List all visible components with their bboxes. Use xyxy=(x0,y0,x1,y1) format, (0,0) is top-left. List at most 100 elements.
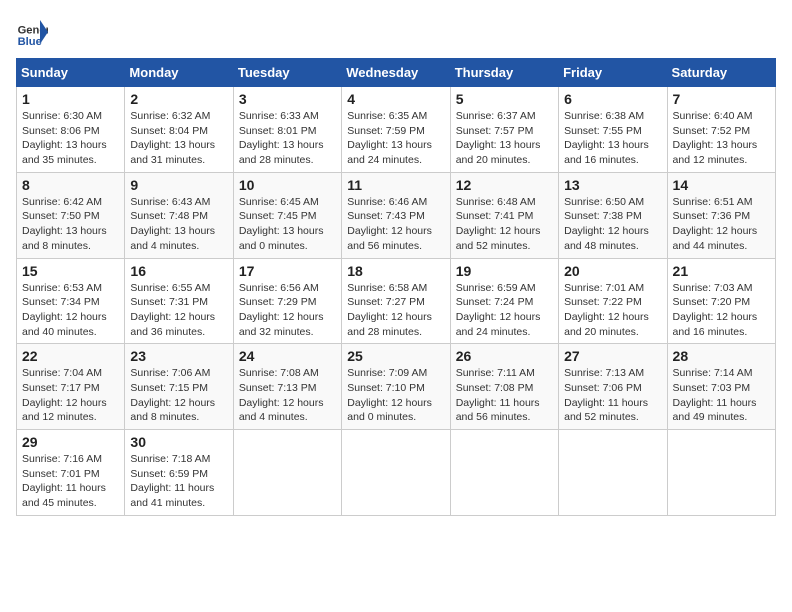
day-cell-20: 20 Sunrise: 7:01 AMSunset: 7:22 PMDayligh… xyxy=(559,258,667,344)
calendar-week-2: 8Sunrise: 6:42 AMSunset: 7:50 PMDaylight… xyxy=(17,172,776,258)
day-info: Sunrise: 6:32 AMSunset: 8:04 PMDaylight:… xyxy=(130,109,227,168)
day-cell-27: 27 Sunrise: 7:13 AMSunset: 7:06 PMDayligh… xyxy=(559,344,667,430)
day-info: Sunrise: 7:16 AMSunset: 7:01 PMDaylight:… xyxy=(22,452,119,511)
day-info: Sunrise: 7:14 AMSunset: 7:03 PMDaylight:… xyxy=(673,366,770,425)
day-number: 12 xyxy=(456,177,553,193)
day-cell-5: 5 Sunrise: 6:37 AMSunset: 7:57 PMDaylight… xyxy=(450,87,558,173)
calendar-week-4: 22 Sunrise: 7:04 AMSunset: 7:17 PMDayligh… xyxy=(17,344,776,430)
day-info: Sunrise: 7:03 AMSunset: 7:20 PMDaylight:… xyxy=(673,281,770,340)
day-cell-7: 7 Sunrise: 6:40 AMSunset: 7:52 PMDaylight… xyxy=(667,87,775,173)
day-info: Sunrise: 6:51 AMSunset: 7:36 PMDaylight:… xyxy=(673,195,770,254)
day-info: Sunrise: 6:50 AMSunset: 7:38 PMDaylight:… xyxy=(564,195,661,254)
empty-cell xyxy=(342,430,450,516)
day-info: Sunrise: 7:11 AMSunset: 7:08 PMDaylight:… xyxy=(456,366,553,425)
day-info: Sunrise: 6:53 AMSunset: 7:34 PMDaylight:… xyxy=(22,281,119,340)
day-number: 18 xyxy=(347,263,444,279)
day-info: Sunrise: 6:45 AMSunset: 7:45 PMDaylight:… xyxy=(239,195,336,254)
day-cell-3: 3 Sunrise: 6:33 AMSunset: 8:01 PMDaylight… xyxy=(233,87,341,173)
day-cell-29: 29 Sunrise: 7:16 AMSunset: 7:01 PMDayligh… xyxy=(17,430,125,516)
day-info: Sunrise: 6:33 AMSunset: 8:01 PMDaylight:… xyxy=(239,109,336,168)
column-header-friday: Friday xyxy=(559,59,667,87)
day-info: Sunrise: 7:08 AMSunset: 7:13 PMDaylight:… xyxy=(239,366,336,425)
day-number: 19 xyxy=(456,263,553,279)
day-cell-18: 18 Sunrise: 6:58 AMSunset: 7:27 PMDayligh… xyxy=(342,258,450,344)
day-number: 14 xyxy=(673,177,770,193)
day-cell-24: 24 Sunrise: 7:08 AMSunset: 7:13 PMDayligh… xyxy=(233,344,341,430)
day-info: Sunrise: 6:55 AMSunset: 7:31 PMDaylight:… xyxy=(130,281,227,340)
day-number: 4 xyxy=(347,91,444,107)
day-cell-28: 28 Sunrise: 7:14 AMSunset: 7:03 PMDayligh… xyxy=(667,344,775,430)
calendar-header-row: SundayMondayTuesdayWednesdayThursdayFrid… xyxy=(17,59,776,87)
day-cell-17: 17Sunrise: 6:56 AMSunset: 7:29 PMDayligh… xyxy=(233,258,341,344)
day-number: 20 xyxy=(564,263,661,279)
day-cell-1: 1 Sunrise: 6:30 AMSunset: 8:06 PMDaylight… xyxy=(17,87,125,173)
day-cell-9: 9 Sunrise: 6:43 AMSunset: 7:48 PMDaylight… xyxy=(125,172,233,258)
day-cell-16: 16Sunrise: 6:55 AMSunset: 7:31 PMDayligh… xyxy=(125,258,233,344)
day-number: 24 xyxy=(239,348,336,364)
empty-cell xyxy=(233,430,341,516)
day-number: 26 xyxy=(456,348,553,364)
day-info: Sunrise: 7:06 AMSunset: 7:15 PMDaylight:… xyxy=(130,366,227,425)
day-cell-6: 6 Sunrise: 6:38 AMSunset: 7:55 PMDaylight… xyxy=(559,87,667,173)
day-info: Sunrise: 6:40 AMSunset: 7:52 PMDaylight:… xyxy=(673,109,770,168)
day-info: Sunrise: 6:48 AMSunset: 7:41 PMDaylight:… xyxy=(456,195,553,254)
day-cell-12: 12 Sunrise: 6:48 AMSunset: 7:41 PMDayligh… xyxy=(450,172,558,258)
page-header: General Blue xyxy=(16,16,776,48)
day-cell-8: 8Sunrise: 6:42 AMSunset: 7:50 PMDaylight… xyxy=(17,172,125,258)
day-info: Sunrise: 6:30 AMSunset: 8:06 PMDaylight:… xyxy=(22,109,119,168)
day-info: Sunrise: 6:43 AMSunset: 7:48 PMDaylight:… xyxy=(130,195,227,254)
day-number: 9 xyxy=(130,177,227,193)
day-cell-30: 30 Sunrise: 7:18 AMSunset: 6:59 PMDayligh… xyxy=(125,430,233,516)
day-info: Sunrise: 6:58 AMSunset: 7:27 PMDaylight:… xyxy=(347,281,444,340)
day-number: 27 xyxy=(564,348,661,364)
day-number: 30 xyxy=(130,434,227,450)
day-info: Sunrise: 6:35 AMSunset: 7:59 PMDaylight:… xyxy=(347,109,444,168)
calendar-body: 1 Sunrise: 6:30 AMSunset: 8:06 PMDaylight… xyxy=(17,87,776,516)
logo: General Blue xyxy=(16,16,52,48)
day-info: Sunrise: 7:09 AMSunset: 7:10 PMDaylight:… xyxy=(347,366,444,425)
day-cell-19: 19Sunrise: 6:59 AMSunset: 7:24 PMDayligh… xyxy=(450,258,558,344)
day-cell-11: 11Sunrise: 6:46 AMSunset: 7:43 PMDayligh… xyxy=(342,172,450,258)
day-number: 6 xyxy=(564,91,661,107)
day-info: Sunrise: 7:13 AMSunset: 7:06 PMDaylight:… xyxy=(564,366,661,425)
day-number: 21 xyxy=(673,263,770,279)
day-number: 7 xyxy=(673,91,770,107)
day-number: 29 xyxy=(22,434,119,450)
logo-icon: General Blue xyxy=(16,16,48,48)
empty-cell xyxy=(450,430,558,516)
column-header-thursday: Thursday xyxy=(450,59,558,87)
day-cell-21: 21 Sunrise: 7:03 AMSunset: 7:20 PMDayligh… xyxy=(667,258,775,344)
day-info: Sunrise: 7:04 AMSunset: 7:17 PMDaylight:… xyxy=(22,366,119,425)
day-info: Sunrise: 6:37 AMSunset: 7:57 PMDaylight:… xyxy=(456,109,553,168)
empty-cell xyxy=(667,430,775,516)
day-cell-14: 14 Sunrise: 6:51 AMSunset: 7:36 PMDayligh… xyxy=(667,172,775,258)
empty-cell xyxy=(559,430,667,516)
day-cell-15: 15 Sunrise: 6:53 AMSunset: 7:34 PMDayligh… xyxy=(17,258,125,344)
day-cell-26: 26 Sunrise: 7:11 AMSunset: 7:08 PMDayligh… xyxy=(450,344,558,430)
day-cell-25: 25 Sunrise: 7:09 AMSunset: 7:10 PMDayligh… xyxy=(342,344,450,430)
day-info: Sunrise: 6:38 AMSunset: 7:55 PMDaylight:… xyxy=(564,109,661,168)
column-header-saturday: Saturday xyxy=(667,59,775,87)
svg-text:Blue: Blue xyxy=(18,36,42,48)
day-number: 25 xyxy=(347,348,444,364)
day-number: 5 xyxy=(456,91,553,107)
column-header-monday: Monday xyxy=(125,59,233,87)
day-number: 28 xyxy=(673,348,770,364)
day-info: Sunrise: 7:01 AMSunset: 7:22 PMDaylight:… xyxy=(564,281,661,340)
day-number: 3 xyxy=(239,91,336,107)
calendar-week-5: 29 Sunrise: 7:16 AMSunset: 7:01 PMDayligh… xyxy=(17,430,776,516)
day-cell-13: 13Sunrise: 6:50 AMSunset: 7:38 PMDayligh… xyxy=(559,172,667,258)
day-number: 15 xyxy=(22,263,119,279)
calendar-week-3: 15 Sunrise: 6:53 AMSunset: 7:34 PMDayligh… xyxy=(17,258,776,344)
day-number: 22 xyxy=(22,348,119,364)
day-cell-10: 10Sunrise: 6:45 AMSunset: 7:45 PMDayligh… xyxy=(233,172,341,258)
column-header-tuesday: Tuesday xyxy=(233,59,341,87)
day-number: 8 xyxy=(22,177,119,193)
day-number: 23 xyxy=(130,348,227,364)
day-number: 2 xyxy=(130,91,227,107)
day-number: 1 xyxy=(22,91,119,107)
day-info: Sunrise: 6:56 AMSunset: 7:29 PMDaylight:… xyxy=(239,281,336,340)
column-header-wednesday: Wednesday xyxy=(342,59,450,87)
day-info: Sunrise: 7:18 AMSunset: 6:59 PMDaylight:… xyxy=(130,452,227,511)
day-cell-22: 22 Sunrise: 7:04 AMSunset: 7:17 PMDayligh… xyxy=(17,344,125,430)
